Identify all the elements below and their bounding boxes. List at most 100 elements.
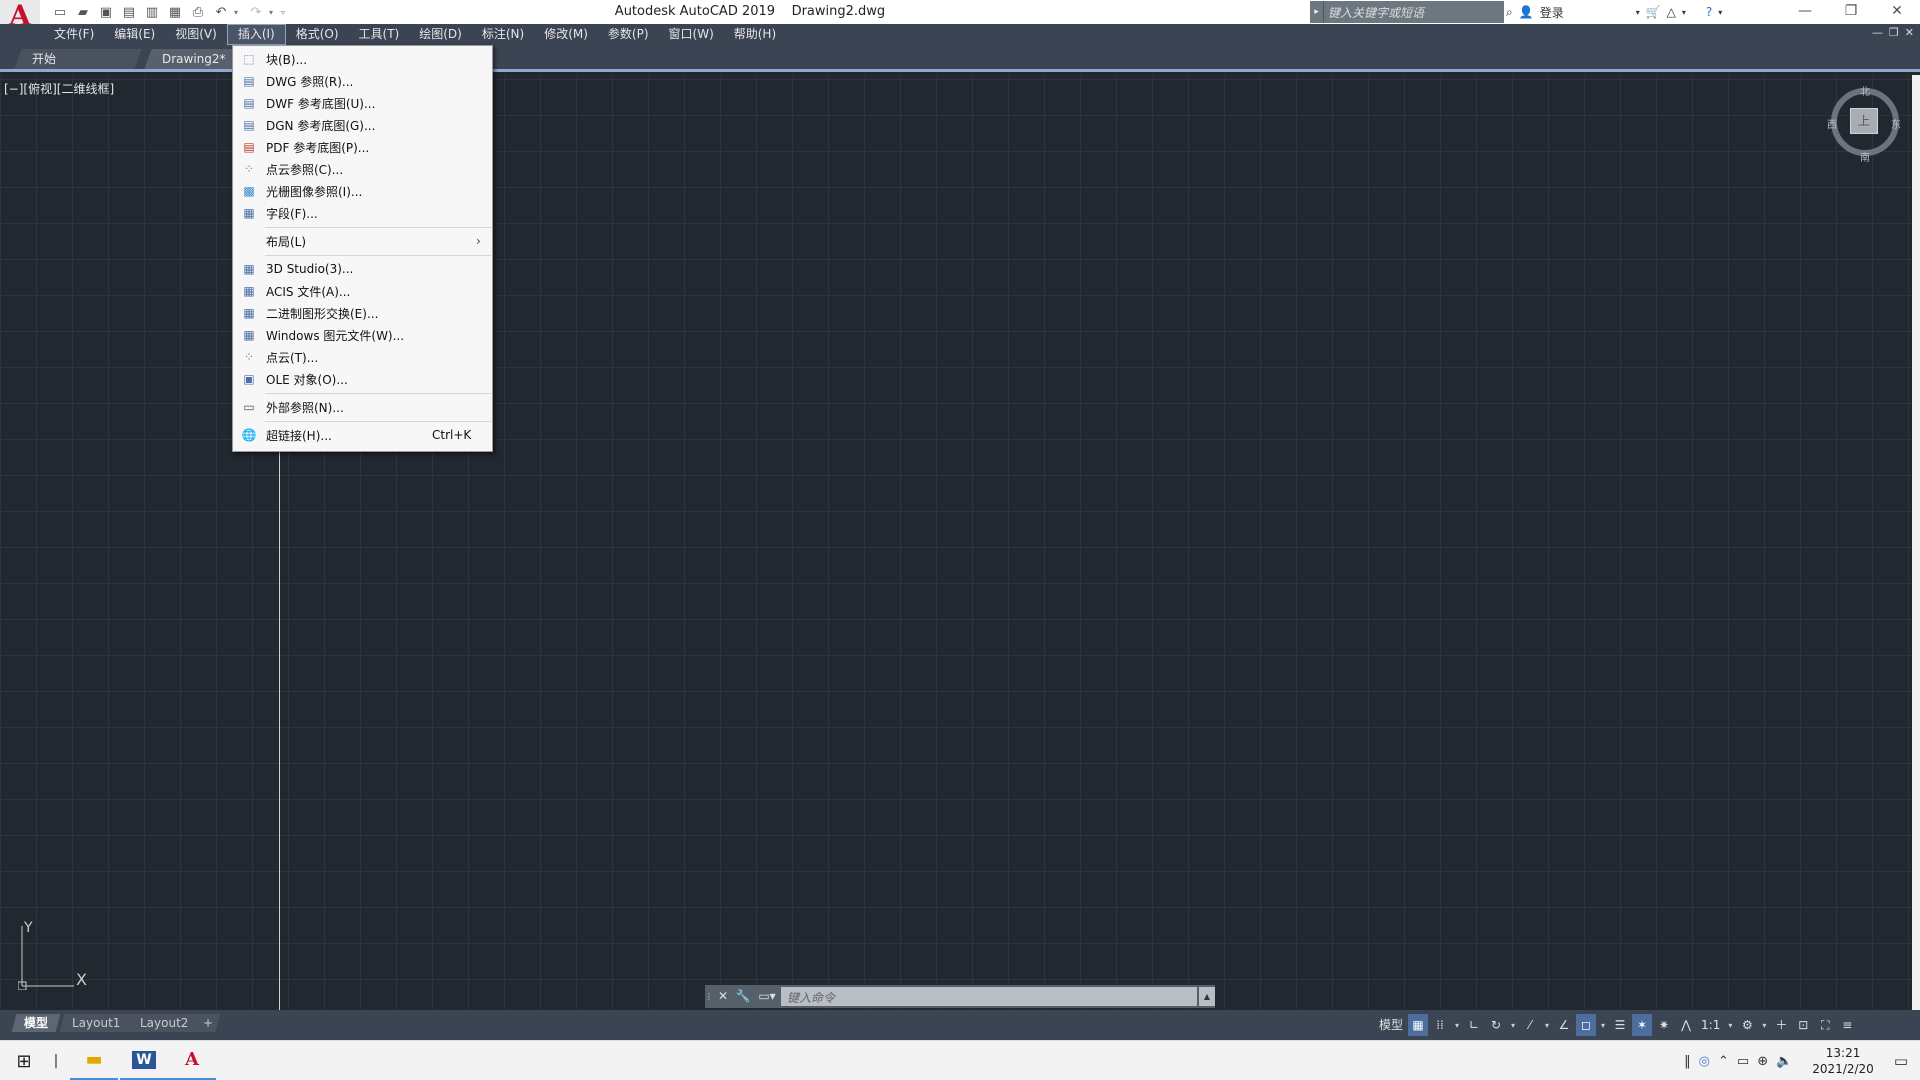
menu-item-pdf-underlay[interactable]: ▤ PDF 参考底图(P)...	[233, 136, 492, 158]
menu-tools[interactable]: 工具(T)	[349, 24, 410, 45]
menu-help[interactable]: 帮助(H)	[724, 24, 786, 45]
menu-item-raster-image[interactable]: ▩ 光栅图像参照(I)...	[233, 180, 492, 202]
close-icon[interactable]: ✕	[1874, 0, 1920, 24]
menu-item-dwf-underlay[interactable]: ▤ DWF 参考底图(U)...	[233, 92, 492, 114]
network-icon[interactable]: ⊕	[1757, 1054, 1768, 1069]
ole-icon: ▣	[243, 372, 255, 386]
menu-window[interactable]: 窗口(W)	[659, 24, 724, 45]
annotation-visibility-icon[interactable]: ✶	[1632, 1014, 1653, 1036]
snap-icon[interactable]: ⁞⁞	[1430, 1014, 1450, 1036]
compass-north[interactable]: 北	[1860, 83, 1870, 98]
help-dropdown-icon[interactable]: ▾	[1718, 8, 1722, 17]
customize-status-icon[interactable]: ≡	[1837, 1014, 1857, 1036]
menu-item-external-references[interactable]: ▭ 外部参照(N)...	[233, 396, 492, 418]
menu-item-point-cloud[interactable]: ⁘ 点云(T)...	[233, 346, 492, 368]
annotation-monitor-icon[interactable]: ＋	[1771, 1014, 1791, 1036]
menu-item-ole-object[interactable]: ▣ OLE 对象(O)...	[233, 368, 492, 390]
scale-value[interactable]: 1:1	[1698, 1014, 1723, 1036]
snap-dropdown-icon[interactable]: ▾	[1452, 1021, 1462, 1030]
object-snap-tracking-icon[interactable]: ∠	[1554, 1014, 1574, 1036]
compass-east[interactable]: 东	[1891, 116, 1901, 131]
tab-start[interactable]: 开始	[14, 49, 142, 69]
menu-item-field[interactable]: ▦ 字段(F)...	[233, 202, 492, 224]
binoculars-icon[interactable]: ⌕	[1506, 5, 1513, 20]
menu-file[interactable]: 文件(F)	[44, 24, 104, 45]
menu-draw[interactable]: 绘图(D)	[409, 24, 472, 45]
add-layout-button[interactable]: +	[195, 1014, 221, 1032]
workspace-gear-icon[interactable]: ⚙	[1737, 1014, 1757, 1036]
object-snap-icon[interactable]: ◻	[1576, 1014, 1597, 1036]
viewcube-top-face[interactable]: 上	[1850, 108, 1878, 134]
sign-in-dropdown-icon[interactable]: ▾	[1636, 8, 1640, 17]
volume-icon[interactable]: 🔈	[1776, 1054, 1792, 1069]
menu-item-hyperlink[interactable]: 🌐 超链接(H)... Ctrl+K	[233, 424, 492, 446]
show-hidden-icons-icon[interactable]: ⌃	[1718, 1054, 1729, 1069]
isodraft-dropdown-icon[interactable]: ▾	[1542, 1021, 1552, 1030]
recent-commands-icon[interactable]: ▭▾	[753, 985, 781, 1008]
windows-start-icon[interactable]: ⊞	[0, 1041, 48, 1080]
sign-in-button[interactable]: 登录	[1540, 4, 1564, 21]
fullscreen-icon[interactable]: ⛶	[1815, 1014, 1835, 1036]
autocad-taskbar-icon[interactable]: A	[168, 1041, 216, 1080]
model-space-button[interactable]: 模型	[1376, 1014, 1406, 1036]
input-method-icon[interactable]: ◎	[1699, 1054, 1710, 1069]
search-input[interactable]: 键入关键字或短语	[1324, 1, 1504, 23]
polar-dropdown-icon[interactable]: ▾	[1508, 1021, 1518, 1030]
lineweight-icon[interactable]: ☰	[1610, 1014, 1630, 1036]
grip-icon[interactable]: ⋮	[705, 985, 713, 1008]
tab-layout2[interactable]: Layout2	[127, 1014, 201, 1032]
restore-icon[interactable]: ❐	[1828, 0, 1874, 24]
app-dropdown-icon[interactable]: ▾	[1682, 8, 1686, 17]
close-command-icon[interactable]: ✕	[713, 985, 733, 1008]
doc-minimize-icon[interactable]: —	[1872, 26, 1883, 39]
auto-scale-icon[interactable]: ✷	[1654, 1014, 1674, 1036]
command-history-icon[interactable]: ▲	[1199, 987, 1215, 1006]
tab-layout1[interactable]: Layout1	[59, 1014, 133, 1032]
menu-dimension[interactable]: 标注(N)	[472, 24, 534, 45]
polar-icon[interactable]: ↻	[1486, 1014, 1506, 1036]
cart-icon[interactable]: 🛒	[1646, 5, 1661, 19]
object-snap-dropdown-icon[interactable]: ▾	[1598, 1021, 1608, 1030]
autodesk-app-icon[interactable]: △	[1667, 5, 1676, 19]
viewport-controls[interactable]: [−][俯视][二维线框]	[4, 80, 114, 97]
doc-restore-icon[interactable]: ❐	[1889, 26, 1899, 39]
task-view-icon[interactable]: |	[44, 1041, 68, 1080]
command-input[interactable]: 键入命令	[781, 987, 1197, 1006]
file-explorer-icon[interactable]: ▬	[70, 1041, 118, 1080]
menu-insert[interactable]: 插入(I)	[226, 24, 286, 45]
menu-item-windows-metafile[interactable]: ▦ Windows 图元文件(W)...	[233, 324, 492, 346]
menu-item-block[interactable]: ⬚ 块(B)...	[233, 48, 492, 70]
battery-icon[interactable]: ▭	[1737, 1054, 1749, 1069]
compass-south[interactable]: 南	[1860, 149, 1870, 164]
menu-modify[interactable]: 修改(M)	[534, 24, 598, 45]
notifications-icon[interactable]: ▭	[1894, 1052, 1908, 1070]
menu-view[interactable]: 视图(V)	[165, 24, 227, 45]
grid-icon[interactable]: ▦	[1408, 1014, 1429, 1036]
menu-edit[interactable]: 编辑(E)	[104, 24, 165, 45]
minimize-icon[interactable]: —	[1782, 0, 1828, 24]
help-icon[interactable]: ?	[1706, 5, 1712, 19]
menu-item-dwg-reference[interactable]: ▤ DWG 参照(R)...	[233, 70, 492, 92]
menu-parametric[interactable]: 参数(P)	[598, 24, 659, 45]
menu-item-point-cloud-reference[interactable]: ⁘ 点云参照(C)...	[233, 158, 492, 180]
menu-item-3d-studio[interactable]: ▦ 3D Studio(3)...	[233, 258, 492, 280]
workspace-dropdown-icon[interactable]: ▾	[1759, 1021, 1769, 1030]
menu-format[interactable]: 格式(O)	[286, 24, 349, 45]
customize-wrench-icon[interactable]: 🔧	[733, 985, 753, 1008]
annotation-scale-icon[interactable]: ⋀	[1676, 1014, 1696, 1036]
user-icon[interactable]: 👤	[1519, 5, 1534, 19]
menu-item-dgn-underlay[interactable]: ▤ DGN 参考底图(G)...	[233, 114, 492, 136]
menu-item-layout[interactable]: 布局(L) ›	[233, 230, 492, 252]
search-expand-icon[interactable]: ▸	[1310, 1, 1324, 23]
menu-item-acis-file[interactable]: ▦ ACIS 文件(A)...	[233, 280, 492, 302]
tab-model[interactable]: 模型	[11, 1014, 61, 1032]
menu-item-binary-drawing-exchange[interactable]: ▦ 二进制图形交换(E)...	[233, 302, 492, 324]
isodraft-icon[interactable]: ⁄	[1520, 1014, 1540, 1036]
ortho-icon[interactable]: ∟	[1464, 1014, 1484, 1036]
clock[interactable]: 13:21 2021/2/20	[1800, 1045, 1886, 1077]
word-icon[interactable]: W	[120, 1041, 168, 1080]
isolate-objects-icon[interactable]: ⊡	[1793, 1014, 1813, 1036]
compass-west[interactable]: 西	[1827, 116, 1837, 131]
doc-close-icon[interactable]: ✕	[1905, 26, 1914, 39]
scale-dropdown-icon[interactable]: ▾	[1725, 1021, 1735, 1030]
